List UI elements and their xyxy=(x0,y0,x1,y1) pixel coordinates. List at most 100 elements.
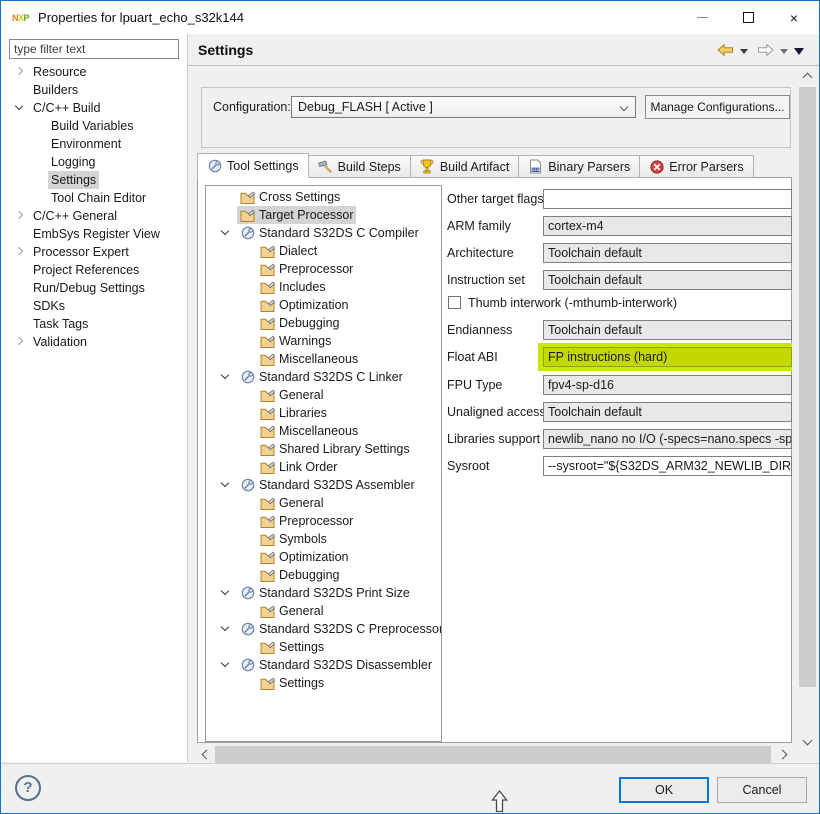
tool-tree-item-preprocessor[interactable]: Preprocessor xyxy=(206,260,441,278)
chevron-collapsed-icon[interactable] xyxy=(14,210,24,220)
tool-tree-item-optimization[interactable]: Optimization xyxy=(206,296,441,314)
chevron-expanded-icon[interactable] xyxy=(220,622,230,632)
fpu-type-select[interactable]: fpv4-sp-d16 xyxy=(543,375,792,395)
vertical-scrollbar-thumb[interactable] xyxy=(799,87,816,687)
horizontal-scrollbar[interactable] xyxy=(197,746,792,763)
arm-family-select[interactable]: cortex-m4 xyxy=(543,216,792,236)
float-abi-select[interactable]: FP instructions (hard) xyxy=(543,347,792,367)
sidebar-item-c-c-build[interactable]: C/C++ Build xyxy=(1,99,187,117)
tool-tree-item-libraries[interactable]: Libraries xyxy=(206,404,441,422)
sidebar-item-builders[interactable]: Builders xyxy=(1,81,187,99)
tool-tree-item-standard-s32ds-assembler[interactable]: Standard S32DS Assembler xyxy=(206,476,441,494)
filter-input[interactable] xyxy=(9,39,179,59)
chevron-collapsed-icon[interactable] xyxy=(14,66,24,76)
sidebar-item-embsys-register-view[interactable]: EmbSys Register View xyxy=(1,225,187,243)
chevron-expanded-icon[interactable] xyxy=(220,226,230,236)
tool-tree-item-cross-settings[interactable]: Cross Settings xyxy=(206,188,441,206)
chevron-expanded-icon[interactable] xyxy=(220,586,230,596)
tool-tree-item-warnings[interactable]: Warnings xyxy=(206,332,441,350)
tool-tree-item-miscellaneous[interactable]: Miscellaneous xyxy=(206,350,441,368)
tool-tree-item-standard-s32ds-c-linker[interactable]: Standard S32DS C Linker xyxy=(206,368,441,386)
tool-tree-item-settings[interactable]: Settings xyxy=(206,638,441,656)
chevron-expanded-icon[interactable] xyxy=(220,478,230,488)
chevron-expanded-icon[interactable] xyxy=(14,101,24,111)
horizontal-scrollbar-thumb[interactable] xyxy=(215,746,771,763)
sidebar-item-resource[interactable]: Resource xyxy=(1,63,187,81)
titlebar[interactable]: NXP Properties for lpuart_echo_s32k144 × xyxy=(1,1,819,34)
sysroot-input[interactable]: --sysroot="${S32DS_ARM32_NEWLIB_DIR}" xyxy=(543,456,792,476)
other-target-flags-input[interactable] xyxy=(543,189,792,209)
sidebar-item-sdks[interactable]: SDKs xyxy=(1,297,187,315)
sidebar-item-task-tags[interactable]: Task Tags xyxy=(1,315,187,333)
tool-tree-item-standard-s32ds-c-preprocessor[interactable]: Standard S32DS C Preprocessor xyxy=(206,620,441,638)
tool-tree-item-standard-s32ds-disassembler[interactable]: Standard S32DS Disassembler xyxy=(206,656,441,674)
sidebar-item-settings[interactable]: Settings xyxy=(1,171,187,189)
tool-tree-item-miscellaneous[interactable]: Miscellaneous xyxy=(206,422,441,440)
tool-tree-item-preprocessor[interactable]: Preprocessor xyxy=(206,512,441,530)
sidebar-item-environment[interactable]: Environment xyxy=(1,135,187,153)
maximize-button[interactable] xyxy=(725,1,771,34)
sidebar-item-run-debug-settings[interactable]: Run/Debug Settings xyxy=(1,279,187,297)
sidebar-item-tool-chain-editor[interactable]: Tool Chain Editor xyxy=(1,189,187,207)
chevron-collapsed-icon[interactable] xyxy=(14,336,24,346)
sidebar-item-build-variables[interactable]: Build Variables xyxy=(1,117,187,135)
scroll-up-icon[interactable] xyxy=(802,72,813,83)
sidebar-item-validation[interactable]: Validation xyxy=(1,333,187,351)
tool-tree-item-general[interactable]: General xyxy=(206,602,441,620)
tool-tree-item-symbols[interactable]: Symbols xyxy=(206,530,441,548)
ok-button[interactable]: OK xyxy=(619,777,709,803)
tool-tree-item-shared-library-settings[interactable]: Shared Library Settings xyxy=(206,440,441,458)
tool-tree-item-target-processor[interactable]: Target Processor xyxy=(206,206,441,224)
scroll-down-icon[interactable] xyxy=(802,735,813,746)
help-button[interactable]: ? xyxy=(15,775,41,801)
tool-tree-item-debugging[interactable]: Debugging xyxy=(206,566,441,584)
scroll-right-icon[interactable] xyxy=(777,749,788,760)
tool-tree-item-general[interactable]: General xyxy=(206,494,441,512)
back-icon[interactable] xyxy=(717,43,734,60)
tool-tree-item-settings[interactable]: Settings xyxy=(206,674,441,692)
forward-icon[interactable] xyxy=(757,43,774,60)
scroll-left-icon[interactable] xyxy=(201,749,212,760)
manage-configurations-button[interactable]: Manage Configurations... xyxy=(645,95,790,119)
back-menu-caret-icon[interactable] xyxy=(740,49,748,54)
endianness-select[interactable]: Toolchain default xyxy=(543,320,792,340)
sidebar-item-c-c-general[interactable]: C/C++ General xyxy=(1,207,187,225)
tab-build-steps[interactable]: Build Steps xyxy=(308,155,411,178)
tool-tree-item-includes[interactable]: Includes xyxy=(206,278,441,296)
folder-icon xyxy=(240,208,255,223)
field-label: FPU Type xyxy=(447,378,503,392)
close-button[interactable]: × xyxy=(771,1,817,34)
tab-tool-settings[interactable]: Tool Settings xyxy=(197,153,309,178)
tab-build-artifact[interactable]: Build Artifact xyxy=(410,155,520,178)
vertical-scrollbar[interactable] xyxy=(799,67,816,763)
sidebar-item-logging[interactable]: Logging xyxy=(1,153,187,171)
tab-binary-parsers[interactable]: 010 Binary Parsers xyxy=(519,155,641,178)
chevron-expanded-icon[interactable] xyxy=(220,370,230,380)
chevron-expanded-icon[interactable] xyxy=(220,658,230,668)
sidebar-item-project-references[interactable]: Project References xyxy=(1,261,187,279)
chevron-collapsed-icon[interactable] xyxy=(14,246,24,256)
architecture-select[interactable]: Toolchain default xyxy=(543,243,792,263)
tool-tree-item-body: Standard S32DS C Compiler xyxy=(237,224,422,242)
minimize-button[interactable] xyxy=(679,1,725,34)
tool-tree-item-dialect[interactable]: Dialect xyxy=(206,242,441,260)
tool-tree-item-standard-s32ds-print-size[interactable]: Standard S32DS Print Size xyxy=(206,584,441,602)
tab-error-parsers[interactable]: Error Parsers xyxy=(640,155,754,178)
tool-tree-item-standard-s32ds-c-compiler[interactable]: Standard S32DS C Compiler xyxy=(206,224,441,242)
tool-tree-item-link-order[interactable]: Link Order xyxy=(206,458,441,476)
tool-tree-item-optimization[interactable]: Optimization xyxy=(206,548,441,566)
folder-icon xyxy=(260,550,275,565)
unaligned-access-select[interactable]: Toolchain default xyxy=(543,402,792,422)
tool-tree-item-body: Symbols xyxy=(257,530,330,548)
view-menu-icon[interactable] xyxy=(794,48,804,55)
libraries-support-select[interactable]: newlib_nano no I/O (-specs=nano.specs -s… xyxy=(543,429,792,449)
tool-tree-item-general[interactable]: General xyxy=(206,386,441,404)
sidebar-item-label: Resource xyxy=(33,65,87,79)
instruction-set-select[interactable]: Toolchain default xyxy=(543,270,792,290)
cancel-button[interactable]: Cancel xyxy=(717,777,807,803)
thumb-interwork-checkbox[interactable] xyxy=(448,296,461,309)
configuration-select[interactable]: Debug_FLASH [ Active ] xyxy=(291,96,636,118)
sidebar-item-processor-expert[interactable]: Processor Expert xyxy=(1,243,187,261)
tool-tree-item-debugging[interactable]: Debugging xyxy=(206,314,441,332)
forward-menu-caret-icon[interactable] xyxy=(780,49,788,54)
